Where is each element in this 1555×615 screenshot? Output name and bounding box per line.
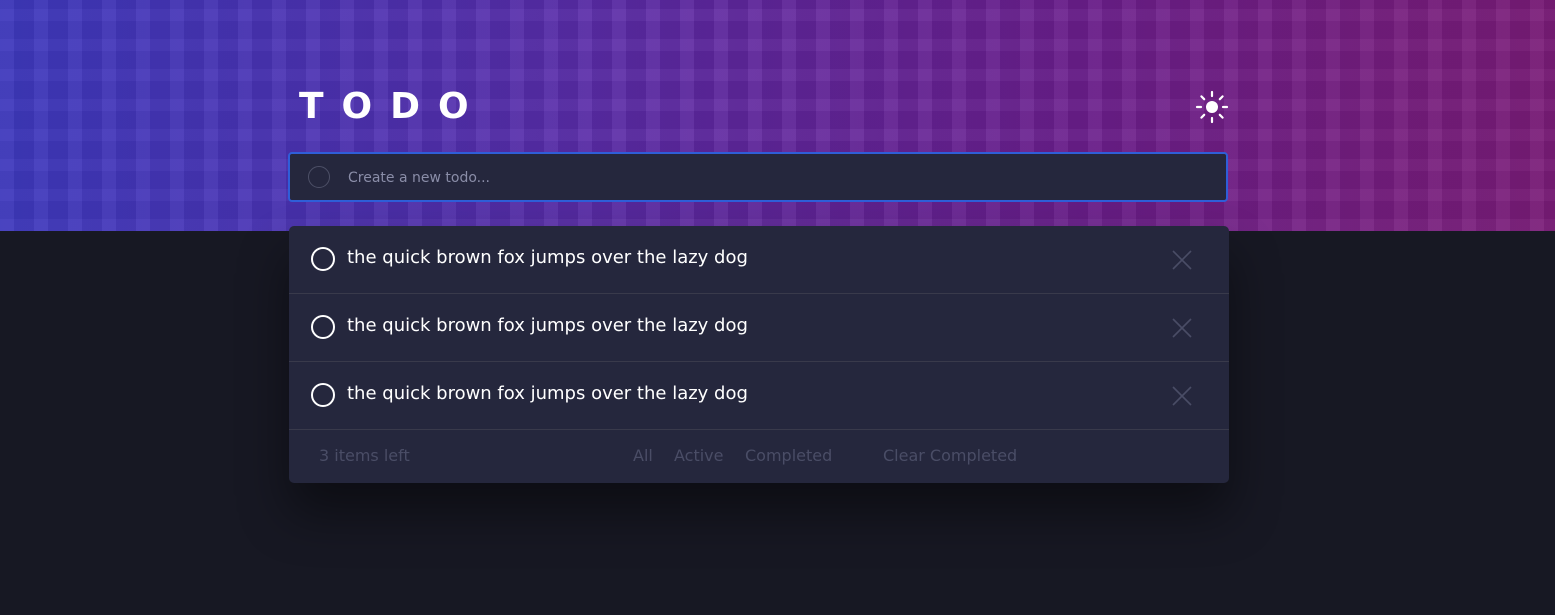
todo-list: the quick brown fox jumps over the lazy … <box>289 226 1229 483</box>
todo-item: the quick brown fox jumps over the lazy … <box>289 226 1229 294</box>
todo-text: the quick brown fox jumps over the lazy … <box>347 247 748 268</box>
todo-checkbox[interactable] <box>311 315 335 339</box>
filter-all-button[interactable]: All <box>633 445 653 467</box>
todo-checkbox[interactable] <box>311 383 335 407</box>
new-todo-circle-icon <box>308 166 330 188</box>
filter-completed-button[interactable]: Completed <box>745 445 832 467</box>
todo-text: the quick brown fox jumps over the lazy … <box>347 315 748 336</box>
new-todo-bar <box>288 152 1228 202</box>
close-icon[interactable] <box>1171 385 1193 407</box>
todo-checkbox[interactable] <box>311 247 335 271</box>
todo-item: the quick brown fox jumps over the lazy … <box>289 362 1229 430</box>
todo-item: the quick brown fox jumps over the lazy … <box>289 294 1229 362</box>
todo-app: TODO the quick brown fox jumps over the … <box>288 86 1229 483</box>
app-header: TODO <box>289 86 1229 128</box>
app-title: TODO <box>299 86 487 127</box>
clear-completed-button[interactable]: Clear Completed <box>883 445 1017 467</box>
sun-icon[interactable] <box>1195 90 1229 124</box>
todo-footer: 3 items left All Active Completed Clear … <box>289 430 1229 483</box>
new-todo-input[interactable] <box>346 162 1190 194</box>
filter-active-button[interactable]: Active <box>674 445 724 467</box>
items-left-count: 3 items left <box>319 446 410 465</box>
close-icon[interactable] <box>1171 317 1193 339</box>
todo-text: the quick brown fox jumps over the lazy … <box>347 383 748 404</box>
close-icon[interactable] <box>1171 249 1193 271</box>
